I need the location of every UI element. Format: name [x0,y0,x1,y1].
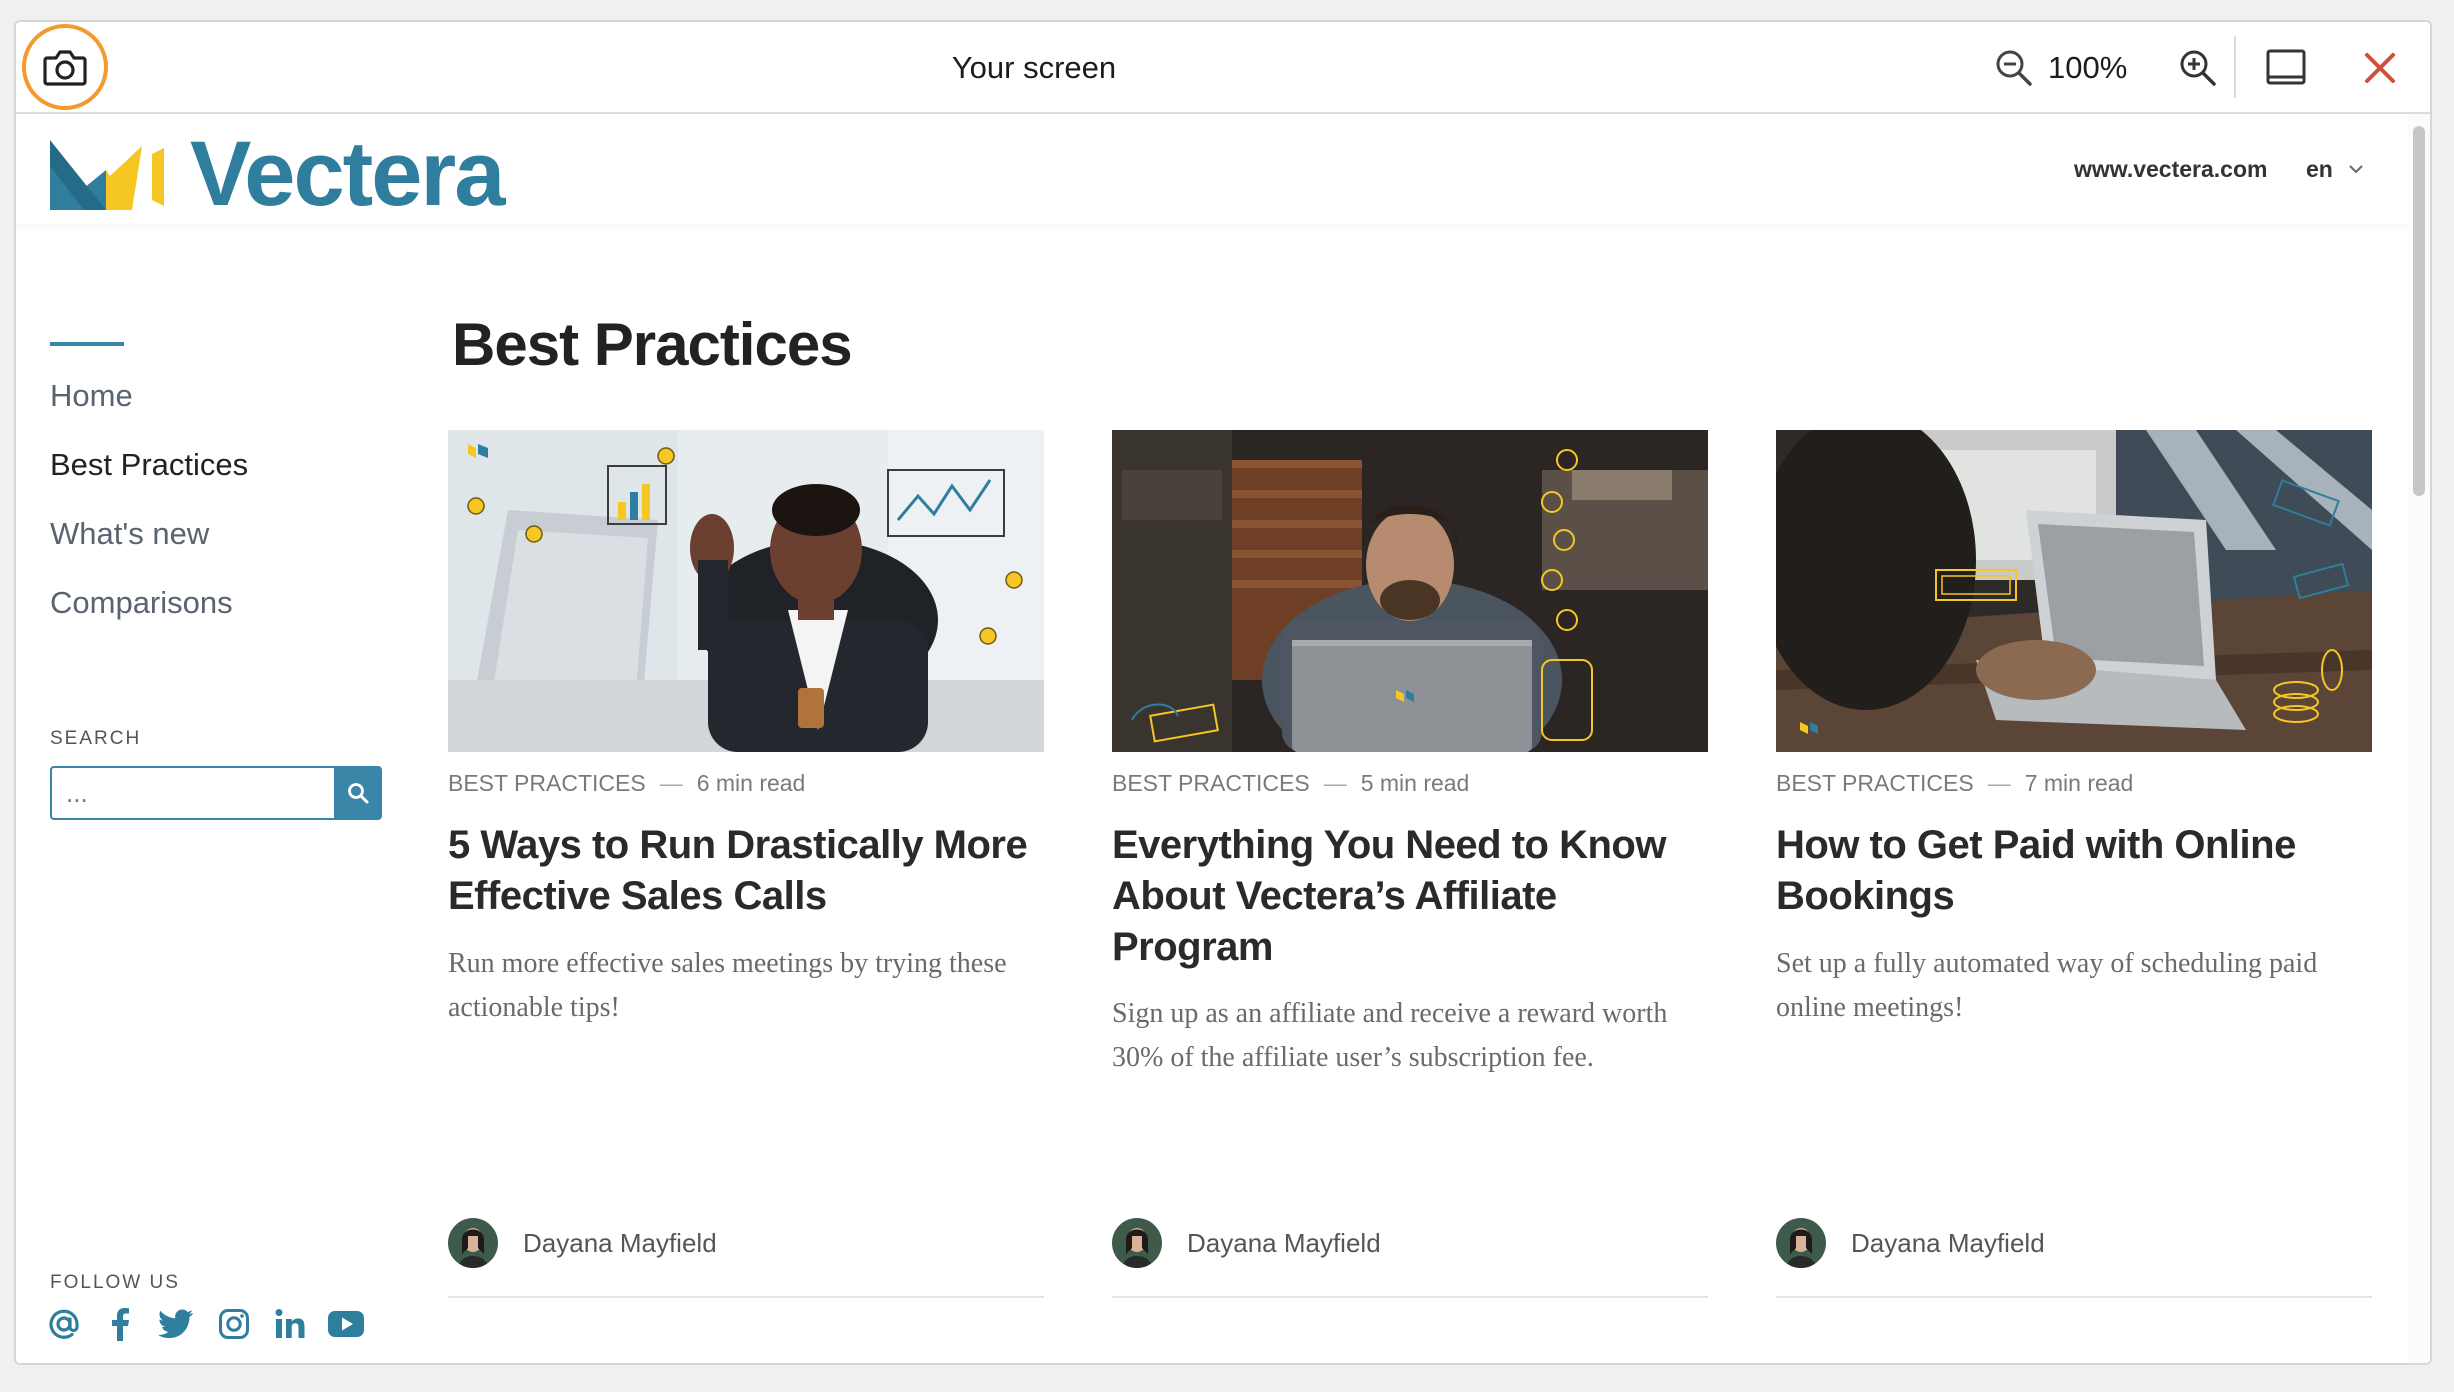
search-button[interactable] [334,766,382,820]
screen-share-window: Your screen 100% Vectera www.vectera.com… [14,20,2432,1365]
search-input[interactable] [50,766,336,820]
article-meta: BEST PRACTICES — 6 min read [448,770,805,797]
article-category: BEST PRACTICES [1112,770,1310,796]
toolbar-title: Your screen [951,50,1117,85]
article-description: Set up a fully automated way of scheduli… [1776,948,2318,1023]
card-divider [1776,1296,2372,1298]
close-icon [2365,53,2395,83]
toolbar-divider [2234,36,2236,98]
vertical-scrollbar[interactable] [2408,114,2430,1363]
language-label: en [2306,156,2333,182]
scrollbar-thumb[interactable] [2413,126,2425,496]
author-avatar [448,1218,498,1268]
follow-us-label: FOLLOW US [50,1272,180,1293]
shared-website: Vectera www.vectera.com en Home Best Pra… [16,114,2412,1363]
article-author[interactable]: Dayana Mayfield [1112,1218,1381,1268]
article-photo [1776,430,2372,752]
viewer-toolbar: Your screen 100% [16,22,2430,114]
author-name: Dayana Mayfield [1851,1227,2045,1258]
nav-item-home[interactable]: Home [50,378,133,414]
nav-item-best-practices[interactable]: Best Practices [50,447,248,483]
article-image-online-bookings[interactable] [1776,430,2372,752]
email-at-icon [49,1309,79,1339]
twitter-link[interactable] [156,1304,196,1344]
site-header: Vectera www.vectera.com en [16,114,2412,224]
minimize-window-button[interactable] [2264,46,2308,90]
article-description: Run more effective sales meetings by try… [448,948,1007,1023]
youtube-link[interactable] [326,1304,366,1344]
instagram-icon [219,1309,249,1339]
article-description: Sign up as an affiliate and receive a re… [1112,998,1668,1073]
article-read-time: 6 min read [696,770,806,796]
author-name: Dayana Mayfield [1187,1227,1381,1258]
article-card[interactable]: BEST PRACTICES — 7 min read How to Get Pai… [1776,430,2372,1298]
article-meta: BEST PRACTICES — 5 min read [1112,770,1469,797]
article-title[interactable]: How to Get Paid with Online Bookings [1776,820,2366,922]
website-link[interactable]: www.vectera.com [2074,114,2267,224]
article-photo [1112,430,1708,752]
twitter-icon [158,1309,193,1339]
language-selector[interactable]: en [2306,114,2365,224]
window-icon [2266,49,2306,85]
zoom-out-icon [1996,50,2032,86]
meta-separator: — [1323,770,1347,796]
article-image-affiliate-program[interactable] [1112,430,1708,752]
author-name: Dayana Mayfield [523,1227,717,1258]
article-meta: BEST PRACTICES — 7 min read [1776,770,2133,797]
zoom-level: 100% [2048,50,2128,85]
vectera-logo[interactable]: Vectera [50,123,505,225]
author-avatar [1776,1218,1826,1268]
article-author[interactable]: Dayana Mayfield [448,1218,717,1268]
article-title[interactable]: Everything You Need to Know About Vecter… [1112,820,1702,973]
search-icon [348,783,369,804]
article-category: BEST PRACTICES [448,770,646,796]
chevron-down-icon [2349,165,2363,174]
article-image-sales-calls[interactable] [448,430,1044,752]
author-avatar [1112,1218,1162,1268]
article-category: BEST PRACTICES [1776,770,1974,796]
sidebar-accent-line [50,342,124,346]
meta-separator: — [1987,770,2011,796]
article-card[interactable]: BEST PRACTICES — 5 min read Everything You… [1112,430,1708,1298]
article-card[interactable]: BEST PRACTICES — 6 min read 5 Ways to Run … [448,430,1044,1298]
zoom-out-button[interactable] [1992,46,2036,90]
linkedin-link[interactable] [270,1304,310,1344]
vectera-logo-icon [50,140,164,210]
article-author[interactable]: Dayana Mayfield [1776,1218,2045,1268]
nav-item-whats-new[interactable]: What's new [50,516,209,552]
zoom-in-icon [2180,50,2216,86]
zoom-in-button[interactable] [2176,46,2220,90]
meta-separator: — [659,770,683,796]
youtube-icon [328,1311,364,1337]
facebook-icon [112,1308,129,1341]
card-divider [448,1296,1044,1298]
close-button[interactable] [2358,46,2402,90]
article-read-time: 5 min read [1360,770,1470,796]
facebook-link[interactable] [100,1304,140,1344]
card-divider [1112,1296,1708,1298]
page-title: Best Practices [452,311,853,378]
article-read-time: 7 min read [2024,770,2134,796]
article-title[interactable]: 5 Ways to Run Drastically More Effective… [448,820,1038,922]
linkedin-icon [275,1309,305,1338]
instagram-link[interactable] [214,1304,254,1344]
article-photo [448,430,1044,752]
email-link[interactable] [44,1304,84,1344]
nav-item-comparisons[interactable]: Comparisons [50,585,233,621]
search-label: SEARCH [50,728,142,749]
brand-name: Vectera [190,123,505,225]
